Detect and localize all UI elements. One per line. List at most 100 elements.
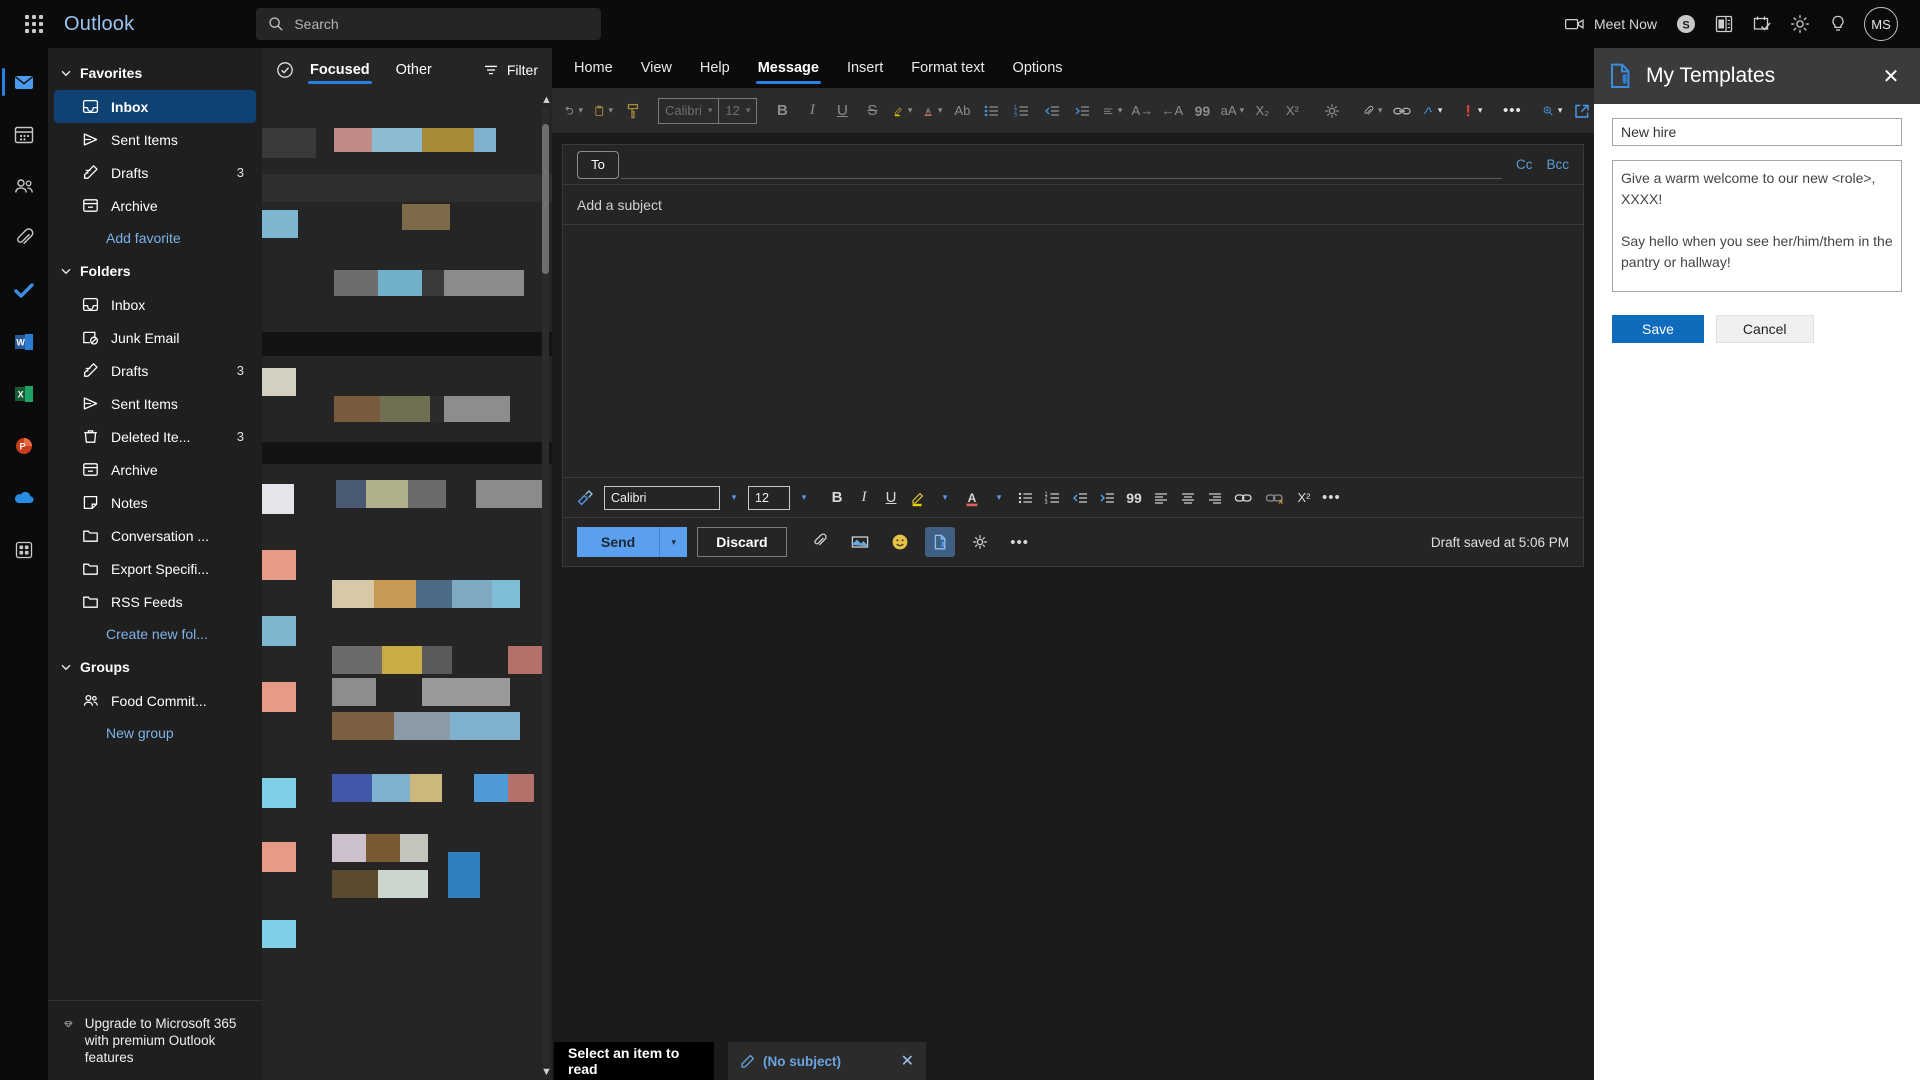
ribbon-font-name-select[interactable]: Calibri ▾ — [658, 97, 720, 124]
list-item[interactable] — [332, 580, 520, 608]
subject-input[interactable]: Add a subject — [563, 185, 1583, 225]
close-icon[interactable]: ✕ — [1876, 61, 1906, 91]
calendar-icon[interactable] — [0, 110, 48, 158]
list-item[interactable] — [262, 920, 296, 948]
font-color-caret[interactable]: ▾ — [986, 484, 1012, 512]
tab-other[interactable]: Other — [392, 48, 436, 92]
ltr-direction-button[interactable]: A→ — [1127, 95, 1157, 127]
sidebar-item-favorites-archive[interactable]: Archive — [54, 189, 256, 222]
new-group-link[interactable]: New group — [48, 717, 262, 749]
groups-group-header[interactable]: Groups — [48, 650, 262, 684]
list-item[interactable] — [262, 174, 552, 202]
insert-link-button[interactable] — [1387, 95, 1417, 127]
select-all-circle-icon[interactable] — [276, 61, 294, 79]
app-launcher-icon[interactable] — [12, 2, 56, 46]
more-ribbon-commands-button[interactable]: ••• — [1497, 95, 1527, 127]
settings-gear-icon[interactable] — [1782, 4, 1818, 44]
all-apps-icon[interactable] — [0, 526, 48, 574]
onedrive-icon[interactable] — [0, 474, 48, 522]
paste-button[interactable]: ▾ — [588, 95, 618, 127]
avatar[interactable]: MS — [1864, 7, 1898, 41]
more-format-options-button[interactable]: ••• — [1318, 484, 1345, 512]
list-item[interactable] — [332, 678, 376, 706]
popout-button[interactable] — [1567, 95, 1597, 127]
ribbon-font-size-select[interactable]: 12 ▾ — [719, 97, 758, 124]
onenote-icon[interactable] — [1706, 4, 1742, 44]
list-item[interactable] — [262, 128, 316, 158]
powerpoint-icon[interactable]: P — [0, 422, 48, 470]
tab-message[interactable]: Message — [744, 48, 833, 88]
sidebar-item-archive[interactable]: Archive — [54, 453, 256, 486]
template-title-input[interactable] — [1612, 118, 1902, 146]
high-importance-button[interactable]: ▾ — [1457, 95, 1487, 127]
favorites-group-header[interactable]: Favorites — [48, 56, 262, 90]
filter-button[interactable]: Filter — [483, 62, 538, 78]
list-item[interactable] — [402, 204, 450, 230]
immersive-reader-icon[interactable] — [965, 527, 995, 557]
highlight-color-button[interactable]: ▾ — [887, 95, 917, 127]
to-button[interactable]: To — [577, 150, 619, 179]
list-item[interactable] — [262, 616, 296, 646]
subscript-button[interactable]: X₂ — [1247, 95, 1277, 127]
list-item[interactable] — [332, 712, 520, 740]
excel-icon[interactable]: X — [0, 370, 48, 418]
list-item[interactable] — [448, 852, 480, 898]
italic-button[interactable]: I — [797, 95, 827, 127]
folders-group-header[interactable]: Folders — [48, 254, 262, 288]
create-new-folder-link[interactable]: Create new fol... — [48, 618, 262, 650]
send-options-caret[interactable]: ▾ — [659, 527, 688, 557]
tab-insert[interactable]: Insert — [833, 48, 897, 88]
quote-button[interactable]: 99 — [1187, 95, 1217, 127]
word-icon[interactable]: W — [0, 318, 48, 366]
template-body-input[interactable] — [1612, 160, 1902, 292]
list-item[interactable] — [508, 646, 542, 674]
signature-button[interactable]: ▾ — [1417, 95, 1447, 127]
quote-button[interactable]: 99 — [1121, 484, 1147, 512]
decrease-indent-button[interactable] — [1067, 484, 1093, 512]
send-button[interactable]: Send — [577, 527, 660, 557]
align-left-button[interactable] — [1148, 484, 1174, 512]
sidebar-item-deleted-items[interactable]: Deleted Ite... 3 — [54, 420, 256, 453]
list-item[interactable] — [262, 550, 296, 580]
brand-title[interactable]: Outlook — [64, 13, 134, 36]
list-item[interactable] — [332, 646, 452, 674]
tab-options[interactable]: Options — [999, 48, 1077, 88]
sidebar-item-favorites-inbox[interactable]: Inbox — [54, 90, 256, 123]
superscript-button[interactable]: X² — [1277, 95, 1307, 127]
tab-format-text[interactable]: Format text — [897, 48, 998, 88]
list-item[interactable] — [262, 778, 296, 808]
list-item[interactable] — [334, 270, 524, 296]
compose-font-size-caret[interactable]: ▾ — [791, 484, 817, 512]
list-item[interactable] — [262, 368, 296, 396]
list-item[interactable] — [262, 484, 294, 514]
my-templates-icon[interactable] — [924, 527, 955, 557]
align-center-button[interactable] — [1175, 484, 1201, 512]
underline-button[interactable]: U — [878, 484, 904, 512]
sidebar-item-rss-feeds[interactable]: RSS Feeds — [54, 585, 256, 618]
list-item[interactable] — [262, 842, 296, 872]
insert-link-button[interactable] — [1229, 484, 1259, 512]
message-list-scrollbar[interactable]: ▲ ▼ — [541, 94, 552, 1078]
list-item[interactable] — [332, 774, 442, 802]
sidebar-item-export-specifications[interactable]: Export Specifi... — [54, 552, 256, 585]
tab-view[interactable]: View — [627, 48, 686, 88]
numbered-list-button[interactable]: 123 — [1040, 484, 1066, 512]
to-do-icon[interactable] — [1744, 4, 1780, 44]
decrease-indent-button[interactable] — [1037, 95, 1067, 127]
search-input[interactable]: Search — [256, 8, 602, 40]
immersive-reader-button[interactable] — [1317, 95, 1347, 127]
list-item[interactable] — [262, 332, 552, 356]
reading-pane-placeholder[interactable]: Select an item to read — [554, 1042, 714, 1080]
numbered-list-button[interactable]: 123 — [1007, 95, 1037, 127]
rtl-direction-button[interactable]: ←A — [1157, 95, 1187, 127]
upgrade-to-microsoft-365-banner[interactable]: Upgrade to Microsoft 365 with premium Ou… — [48, 1000, 262, 1080]
font-color-button[interactable]: A — [959, 484, 985, 512]
attach-file-icon[interactable] — [805, 527, 835, 557]
compose-font-name-caret[interactable]: ▾ — [721, 484, 747, 512]
discard-button[interactable]: Discard — [697, 527, 787, 557]
list-item[interactable] — [474, 774, 534, 802]
list-item[interactable] — [334, 396, 510, 422]
to-recipients-input[interactable] — [621, 151, 1502, 179]
cancel-button[interactable]: Cancel — [1715, 315, 1814, 343]
sidebar-item-favorites-sent[interactable]: Sent Items — [54, 123, 256, 156]
